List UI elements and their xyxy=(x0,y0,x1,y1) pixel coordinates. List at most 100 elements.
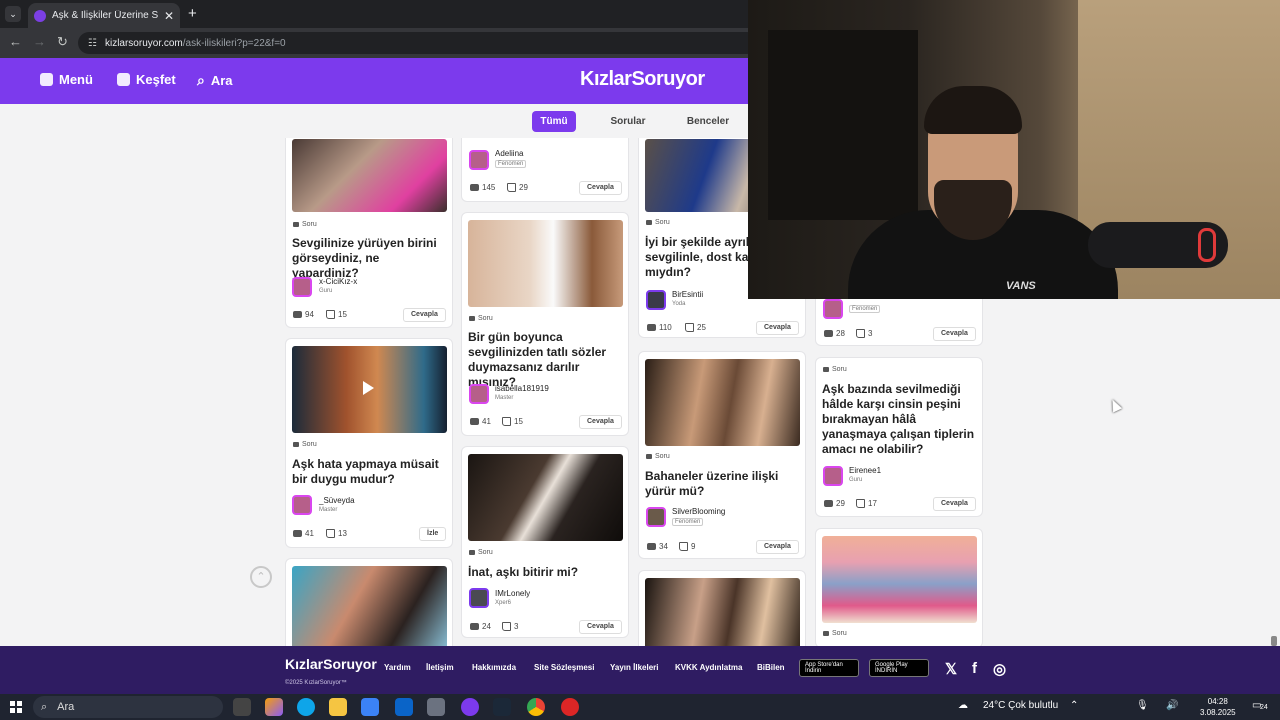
question-card[interactable] xyxy=(285,558,453,646)
back-icon[interactable]: ← xyxy=(9,34,22,49)
question-card[interactable]: Soru Aşk hata yapmaya müsait bir duygu m… xyxy=(285,338,453,548)
question-title[interactable]: Sevgilinize yürüyen birini görseydiniz, … xyxy=(292,236,448,281)
footer-link-terms[interactable]: Site Sözleşmesi xyxy=(534,663,594,672)
facebook-icon[interactable]: f xyxy=(972,660,977,677)
obs-icon[interactable] xyxy=(561,698,579,716)
question-image[interactable] xyxy=(468,454,623,541)
like-count[interactable]: 15 xyxy=(326,310,347,319)
site-info-icon[interactable]: ☷ xyxy=(88,38,97,49)
question-card[interactable]: Soru Bir gün boyunca sevgilinizden tatlı… xyxy=(461,212,629,436)
question-card[interactable]: Adeliina Fenomen 145 29 Cevapla xyxy=(461,138,629,202)
weather-text[interactable]: 24°C Çok bulutlu xyxy=(983,700,1058,711)
tab-opinions[interactable]: Benceler xyxy=(683,111,733,132)
scroll-top-button[interactable]: ⌃ xyxy=(250,566,272,588)
question-card[interactable]: Soru Sevgilinize yürüyen birini görseydi… xyxy=(285,138,453,328)
question-card[interactable]: Soru Bahaneler üzerine ilişki yürür mü? … xyxy=(638,351,806,559)
avatar[interactable] xyxy=(469,150,489,170)
question-image[interactable] xyxy=(645,578,800,646)
menu-button[interactable]: Menü xyxy=(40,72,93,87)
username[interactable]: _Süveyda xyxy=(319,496,355,505)
footer-link-about[interactable]: Hakkımızda xyxy=(472,663,516,672)
tab-questions[interactable]: Sorular xyxy=(605,111,651,132)
avatar[interactable] xyxy=(823,466,843,486)
avatar[interactable] xyxy=(292,277,312,297)
avatar[interactable] xyxy=(292,495,312,515)
avatar[interactable] xyxy=(646,290,666,310)
tab-all[interactable]: Tümü xyxy=(532,111,576,132)
windows-start-icon[interactable] xyxy=(10,701,22,713)
avatar[interactable] xyxy=(469,384,489,404)
task-view-icon[interactable] xyxy=(233,698,251,716)
username[interactable]: x-CiciKız-x xyxy=(319,277,357,286)
reload-icon[interactable]: ↻ xyxy=(57,34,68,50)
page-scrollbar[interactable] xyxy=(1271,636,1277,646)
photos-icon[interactable] xyxy=(427,698,445,716)
answer-button[interactable]: Cevapla xyxy=(933,327,976,341)
like-count[interactable]: 29 xyxy=(507,183,528,192)
question-card[interactable] xyxy=(638,570,806,646)
steam-icon[interactable] xyxy=(493,698,511,716)
answer-button[interactable]: Cevapla xyxy=(933,497,976,511)
file-explorer-icon[interactable] xyxy=(329,698,347,716)
microphone-icon[interactable]: 🎙 xyxy=(1136,700,1149,711)
username[interactable]: SilverBlooming xyxy=(672,507,725,516)
avatar[interactable] xyxy=(646,507,666,527)
site-logo[interactable]: KızlarSoruyor xyxy=(580,68,705,91)
like-count[interactable]: 13 xyxy=(326,529,347,538)
question-card[interactable]: Soru xyxy=(815,528,983,646)
footer-link-publishing[interactable]: Yayın İlkeleri xyxy=(610,663,658,672)
username[interactable]: IMrLonely xyxy=(495,589,530,598)
question-title[interactable]: Aşk hata yapmaya müsait bir duygu mudur? xyxy=(292,457,448,487)
question-image[interactable] xyxy=(292,139,447,212)
like-count[interactable]: 9 xyxy=(679,542,695,551)
search-button[interactable]: ⌕ Ara xyxy=(197,72,233,89)
question-title[interactable]: Bahaneler üzerine ilişki yürür mü? xyxy=(645,469,803,499)
new-tab-button[interactable]: + xyxy=(188,5,197,22)
answer-button[interactable]: Cevapla xyxy=(579,181,622,195)
username[interactable]: BirEsintii xyxy=(672,290,703,299)
question-card[interactable]: Soru İnat, aşkı bitirir mi? IMrLonely Xp… xyxy=(461,446,629,638)
tray-chevron-icon[interactable]: ⌃ xyxy=(1070,700,1078,711)
store-icon[interactable] xyxy=(361,698,379,716)
chrome-icon[interactable] xyxy=(527,698,545,716)
question-image[interactable] xyxy=(645,359,800,446)
username[interactable]: Eirenee1 xyxy=(849,466,881,475)
footer-link-bibilen[interactable]: BiBilen xyxy=(757,663,785,672)
avatar[interactable] xyxy=(469,588,489,608)
avatar[interactable] xyxy=(823,299,843,319)
question-image[interactable] xyxy=(292,566,447,646)
question-image[interactable] xyxy=(822,536,977,623)
browser-tab[interactable]: Aşk & İlişkiler Üzerine Sorular - ✕ xyxy=(28,3,180,28)
footer-link-help[interactable]: Yardım xyxy=(384,663,411,672)
username[interactable]: isabella181919 xyxy=(495,384,549,393)
answer-button[interactable]: Cevapla xyxy=(579,620,622,634)
volume-icon[interactable]: 🔊 xyxy=(1166,700,1178,711)
answer-button[interactable]: Cevapla xyxy=(579,415,622,429)
footer-logo[interactable]: KızlarSoruyor xyxy=(285,656,377,672)
taskbar-search[interactable]: ⌕ Ara xyxy=(33,696,223,718)
google-play-button[interactable]: Google Play İNDİRİN xyxy=(869,659,929,677)
username[interactable]: Adeliina xyxy=(495,149,523,158)
discord-icon[interactable] xyxy=(461,698,479,716)
footer-link-contact[interactable]: İletişim xyxy=(426,663,454,672)
url-field[interactable]: ☷ kizlarsoruyor.com/ask-iliskileri?p=22&… xyxy=(78,32,758,54)
edge-icon[interactable] xyxy=(297,698,315,716)
like-count[interactable]: 3 xyxy=(502,622,518,631)
copilot-icon[interactable] xyxy=(265,698,283,716)
answer-button[interactable]: Cevapla xyxy=(756,540,799,554)
weather-icon[interactable]: ☁ xyxy=(958,700,968,711)
outlook-icon[interactable] xyxy=(395,698,413,716)
question-card[interactable]: Soru Aşk bazında sevilmediği hâlde karşı… xyxy=(815,357,983,517)
explore-button[interactable]: Keşfet xyxy=(117,72,176,87)
like-count[interactable]: 3 xyxy=(856,329,872,338)
question-title[interactable]: Aşk bazında sevilmediği hâlde karşı cins… xyxy=(822,382,980,457)
like-count[interactable]: 15 xyxy=(502,417,523,426)
like-count[interactable]: 25 xyxy=(685,323,706,332)
question-image[interactable] xyxy=(468,220,623,307)
instagram-icon[interactable]: ◎ xyxy=(993,660,1006,678)
forward-icon[interactable]: → xyxy=(33,34,46,49)
footer-link-kvkk[interactable]: KVKK Aydınlatma xyxy=(675,663,742,672)
tab-search-button[interactable]: ⌄ xyxy=(5,6,21,22)
x-icon[interactable]: 𝕏 xyxy=(945,660,957,678)
clock[interactable]: 04:28 3.08.2025 xyxy=(1200,696,1236,718)
